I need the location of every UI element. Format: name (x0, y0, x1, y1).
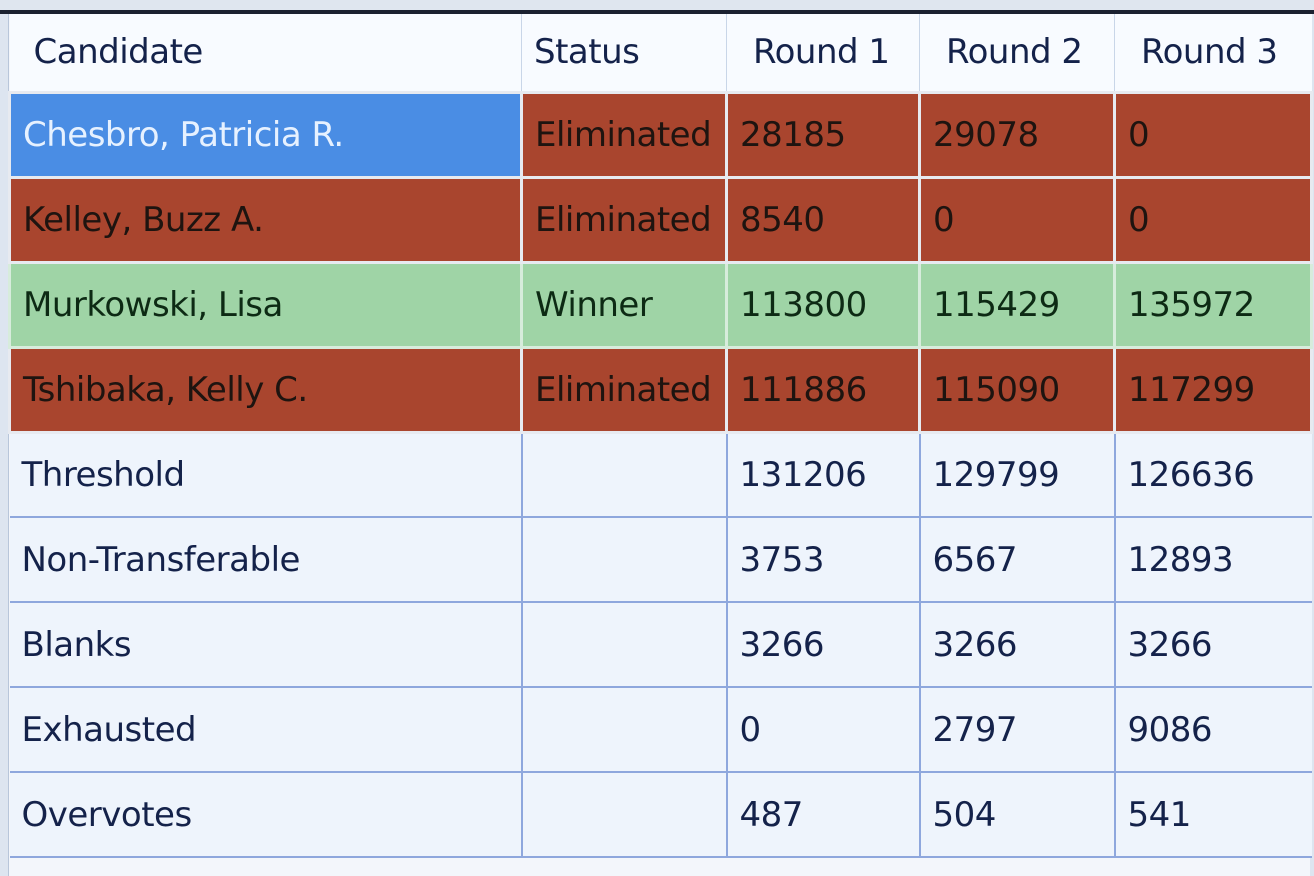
column-header-status[interactable]: Status (521, 14, 727, 92)
summary-row-blanks[interactable]: Blanks 3266 3266 3266 (9, 601, 1312, 687)
round-3-cell[interactable]: 135972 (1113, 260, 1313, 349)
round-1-cell[interactable]: 28185 (725, 90, 921, 179)
round-1-cell[interactable]: 131206 (725, 431, 920, 517)
summary-label-cell[interactable]: Non-Transferable (9, 516, 522, 602)
round-3-cell[interactable]: 12893 (1113, 516, 1312, 602)
status-cell-empty[interactable] (520, 431, 727, 517)
round-2-cell[interactable]: 29078 (918, 90, 1116, 179)
round-2-cell[interactable]: 115429 (918, 260, 1116, 349)
results-window: Candidate Status Round 1 Round 2 Round 3… (0, 0, 1314, 876)
column-header-round-2[interactable]: Round 2 (919, 14, 1115, 92)
candidate-row-murkowski[interactable]: Murkowski, Lisa Winner 113800 115429 135… (8, 260, 1313, 349)
round-1-cell[interactable]: 113800 (725, 260, 921, 349)
round-3-cell[interactable]: 126636 (1113, 431, 1312, 517)
summary-row-non-transferable[interactable]: Non-Transferable 3753 6567 12893 (9, 516, 1312, 602)
round-2-cell[interactable]: 2797 (918, 686, 1115, 772)
summary-row-exhausted[interactable]: Exhausted 0 2797 9086 (9, 686, 1312, 772)
round-1-cell[interactable]: 8540 (725, 175, 921, 264)
status-cell-empty[interactable] (520, 686, 727, 772)
summary-label-cell[interactable]: Exhausted (9, 686, 522, 772)
candidate-name-cell[interactable]: Murkowski, Lisa (8, 260, 523, 349)
round-2-cell[interactable]: 3266 (918, 601, 1115, 687)
column-header-candidate[interactable]: Candidate (9, 14, 522, 92)
round-3-cell[interactable]: 3266 (1113, 601, 1312, 687)
status-cell-empty[interactable] (520, 601, 727, 687)
round-1-cell[interactable]: 111886 (725, 345, 921, 434)
round-2-cell[interactable]: 129799 (918, 431, 1115, 517)
header-row: Candidate Status Round 1 Round 2 Round 3 (9, 14, 1312, 92)
status-cell[interactable]: Winner (520, 260, 728, 349)
column-header-round-3[interactable]: Round 3 (1114, 14, 1312, 92)
round-1-cell[interactable]: 3266 (725, 601, 920, 687)
column-header-round-1[interactable]: Round 1 (726, 14, 920, 92)
round-1-cell[interactable]: 3753 (725, 516, 920, 602)
candidate-row-tshibaka[interactable]: Tshibaka, Kelly C. Eliminated 111886 115… (8, 345, 1313, 434)
window-top-border (0, 0, 1314, 14)
status-cell-empty[interactable] (520, 771, 727, 858)
status-cell[interactable]: Eliminated (520, 175, 728, 264)
round-2-cell[interactable]: 115090 (918, 345, 1116, 434)
round-1-cell[interactable]: 0 (725, 686, 920, 772)
summary-row-overvotes[interactable]: Overvotes 487 504 541 (9, 771, 1312, 858)
round-2-cell[interactable]: 6567 (918, 516, 1115, 602)
candidate-name-cell[interactable]: Kelley, Buzz A. (8, 175, 523, 264)
round-3-cell[interactable]: 0 (1113, 175, 1313, 264)
round-3-cell[interactable]: 117299 (1113, 345, 1313, 434)
round-3-cell[interactable]: 9086 (1113, 686, 1312, 772)
status-cell[interactable]: Eliminated (520, 345, 728, 434)
candidate-name-cell[interactable]: Chesbro, Patricia R. (8, 90, 523, 179)
tabulation-results-grid: Candidate Status Round 1 Round 2 Round 3… (8, 14, 1313, 858)
candidate-row-kelley[interactable]: Kelley, Buzz A. Eliminated 8540 0 0 (8, 175, 1313, 264)
candidate-name-cell[interactable]: Tshibaka, Kelly C. (8, 345, 523, 434)
round-2-cell[interactable]: 504 (918, 771, 1115, 858)
round-3-cell[interactable]: 541 (1113, 771, 1312, 858)
candidate-row-chesbro[interactable]: Chesbro, Patricia R. Eliminated 28185 29… (8, 90, 1313, 179)
status-cell[interactable]: Eliminated (520, 90, 728, 179)
summary-label-cell[interactable]: Blanks (9, 601, 522, 687)
summary-row-threshold[interactable]: Threshold 131206 129799 126636 (9, 431, 1312, 517)
round-1-cell[interactable]: 487 (725, 771, 920, 858)
summary-label-cell[interactable]: Overvotes (9, 771, 522, 858)
round-3-cell[interactable]: 0 (1113, 90, 1313, 179)
round-2-cell[interactable]: 0 (918, 175, 1116, 264)
summary-label-cell[interactable]: Threshold (9, 431, 522, 517)
status-cell-empty[interactable] (520, 516, 727, 602)
